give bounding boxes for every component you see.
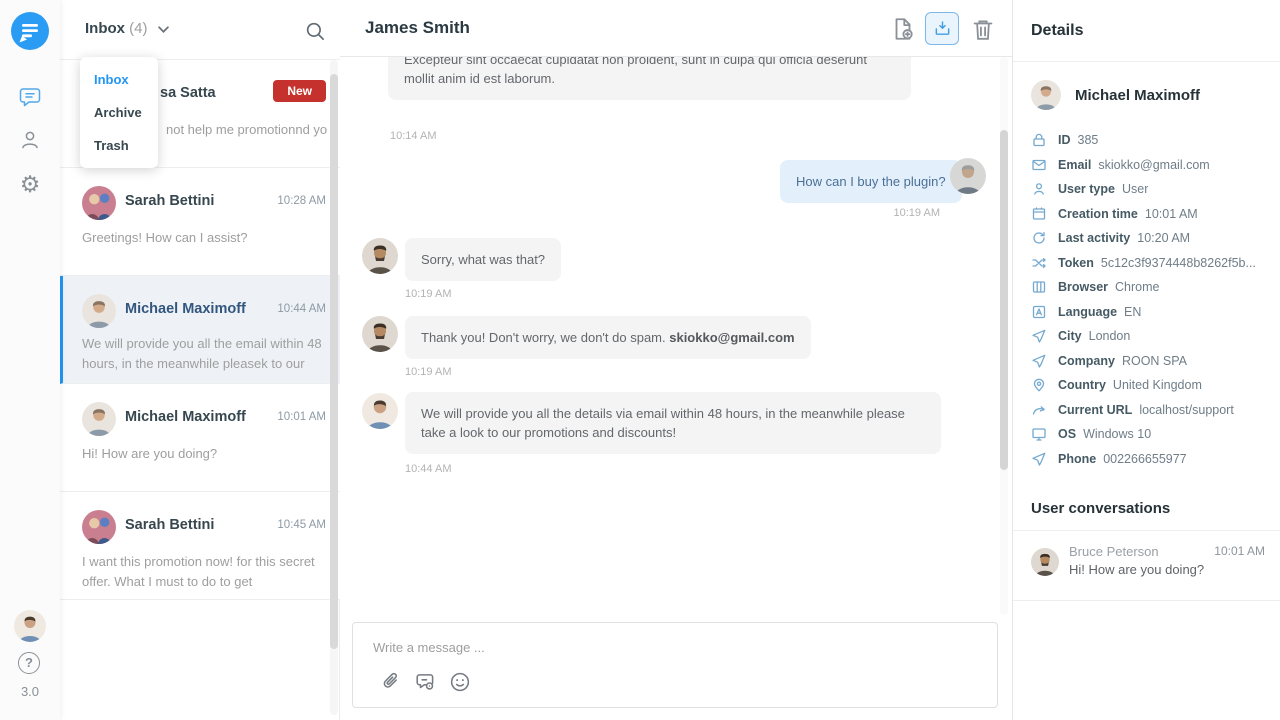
message-timestamp: 10:14 AM [390, 130, 436, 142]
browser-icon [1031, 279, 1047, 295]
conversation-item[interactable]: Michael Maximoff 10:01 AM Hi! How are yo… [60, 384, 340, 492]
dropdown-item-archive[interactable]: Archive [80, 96, 158, 129]
detail-row: Last activity10:20 AM [1031, 226, 1267, 251]
redo-icon [1031, 402, 1047, 418]
detail-row: User typeUser [1031, 177, 1267, 202]
detail-user-avatar [1031, 80, 1061, 110]
detail-row: Emailskiokko@gmail.com [1031, 153, 1267, 178]
detail-rows: ID385 Emailskiokko@gmail.com User typeUs… [1031, 128, 1267, 471]
nav-conversations-icon[interactable] [18, 85, 42, 109]
agent-avatar[interactable] [14, 610, 46, 642]
agent-avatar [362, 393, 398, 429]
detail-user-name: Michael Maximoff [1075, 87, 1200, 104]
list-scrollbar-thumb[interactable] [330, 74, 338, 649]
pin-icon [1031, 377, 1047, 393]
operator-avatar [362, 238, 398, 274]
message-bubble-outgoing: How can I buy the plugin? [780, 160, 962, 203]
nav-settings-icon[interactable]: ⚙ [18, 172, 42, 196]
dropdown-item-inbox[interactable]: Inbox [80, 63, 158, 96]
detail-row: Creation time10:01 AM [1031, 202, 1267, 227]
lock-icon [1031, 132, 1047, 148]
message-bubble-incoming: Sorry, what was that? [405, 238, 561, 281]
message-timestamp: 10:19 AM [405, 288, 451, 300]
message-area: dolor in reprehenderit in voluptate veli… [340, 57, 1000, 615]
language-icon [1031, 304, 1047, 320]
archive-chat-button[interactable] [925, 12, 959, 45]
chat-scrollbar-thumb[interactable] [1000, 130, 1008, 470]
message-bubble-incoming: We will provide you all the details via … [405, 392, 941, 454]
archive-download-icon [933, 19, 952, 38]
message-bubble-incoming: dolor in reprehenderit in voluptate veli… [388, 57, 911, 100]
visitor-avatar [950, 158, 986, 194]
divider [1013, 61, 1280, 62]
send-icon [1031, 328, 1047, 344]
user-icon [1031, 181, 1047, 197]
message-timestamp: 10:19 AM [836, 207, 940, 219]
operator-avatar [362, 316, 398, 352]
emoji-icon[interactable] [449, 671, 471, 693]
chat-title: James Smith [365, 18, 470, 38]
detail-row: CountryUnited Kingdom [1031, 373, 1267, 398]
attachment-icon[interactable] [381, 671, 403, 693]
shuffle-icon [1031, 255, 1047, 271]
left-rail: ⚙ ? 3.0 [0, 0, 60, 720]
message-input[interactable] [373, 635, 973, 659]
message-timestamp: 10:44 AM [405, 463, 451, 475]
chat-header: James Smith [340, 0, 1012, 57]
calendar-icon [1031, 206, 1047, 222]
sync-icon [1031, 230, 1047, 246]
avatar [1031, 548, 1059, 576]
nav-users-icon[interactable] [18, 128, 42, 152]
chat-logo-icon [11, 12, 49, 50]
detail-row: Current URLlocalhost/support [1031, 398, 1267, 423]
detail-row: CityLondon [1031, 324, 1267, 349]
search-icon[interactable] [305, 21, 325, 41]
chat-scrollbar [1000, 57, 1008, 615]
export-note-icon[interactable] [890, 16, 916, 42]
message-bubble-incoming: Thank you! Don't worry, we don't do spam… [405, 316, 811, 359]
detail-row: Token5c12c3f9374448b8262f5b... [1031, 251, 1267, 276]
chevron-down-icon [158, 26, 169, 33]
detail-row: LanguageEN [1031, 300, 1267, 325]
conversation-item[interactable]: Sarah Bettini 10:28 AM Greetings! How ca… [60, 168, 340, 276]
detail-row: ID385 [1031, 128, 1267, 153]
conversation-list-panel: Inbox (4) sa Satta New not help me promo… [60, 0, 340, 720]
folder-name: Inbox [85, 20, 125, 37]
avatar [82, 294, 116, 328]
message-timestamp: 10:19 AM [405, 366, 451, 378]
chat-panel: James Smith [340, 0, 1012, 720]
avatar [82, 510, 116, 544]
send-icon [1031, 451, 1047, 467]
detail-row: BrowserChrome [1031, 275, 1267, 300]
app-window: ⚙ ? 3.0 Inbox (4) sa Satta New not help … [0, 0, 1280, 720]
delete-chat-icon[interactable] [970, 17, 996, 43]
monitor-icon [1031, 426, 1047, 442]
details-panel: Details Michael Maximoff ID385 Emailskio… [1012, 0, 1280, 720]
saved-replies-icon[interactable] [415, 671, 437, 693]
new-badge: New [273, 80, 326, 102]
version-label: 3.0 [0, 684, 60, 699]
user-conversations-title: User conversations [1031, 500, 1170, 517]
conversation-list-header: Inbox (4) [60, 0, 340, 60]
conversation-item[interactable]: Sarah Bettini 10:45 AM I want this promo… [60, 492, 340, 600]
dropdown-item-trash[interactable]: Trash [80, 129, 158, 162]
detail-row: CompanyROON SPA [1031, 349, 1267, 374]
app-logo [11, 12, 49, 50]
send-icon [1031, 353, 1047, 369]
message-composer [352, 622, 998, 708]
detail-row: OSWindows 10 [1031, 422, 1267, 447]
mail-icon [1031, 157, 1047, 173]
avatar [82, 186, 116, 220]
folder-count: (4) [129, 20, 147, 37]
detail-row: Phone002266655977 [1031, 447, 1267, 472]
details-title: Details [1031, 22, 1083, 40]
folder-selector[interactable]: Inbox (4) [85, 20, 169, 37]
folder-dropdown: Inbox Archive Trash [80, 57, 158, 168]
user-conversation-item[interactable]: Bruce Peterson 10:01 AM Hi! How are you … [1013, 531, 1280, 601]
list-scrollbar [330, 60, 338, 715]
avatar [82, 402, 116, 436]
help-icon[interactable]: ? [18, 652, 40, 674]
conversation-item-selected[interactable]: Michael Maximoff 10:44 AM We will provid… [60, 276, 340, 384]
